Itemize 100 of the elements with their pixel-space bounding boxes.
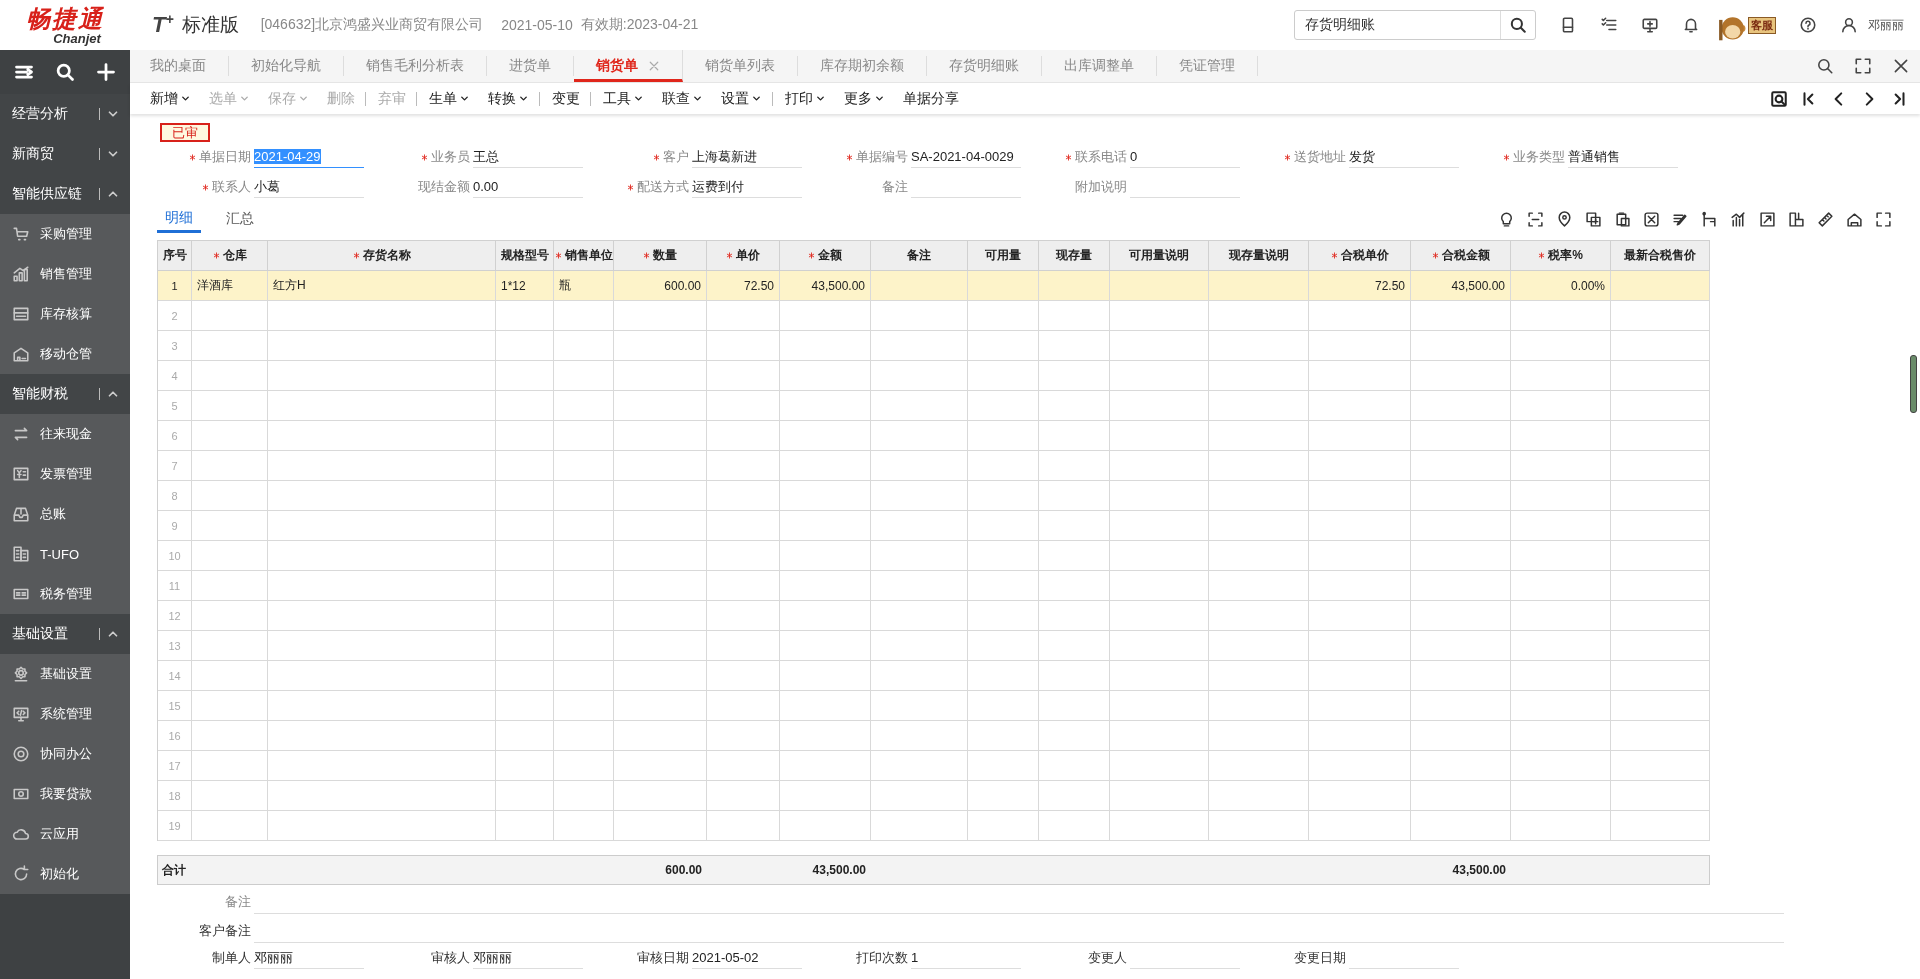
sidebar-item[interactable]: 系统管理: [0, 694, 130, 734]
user-name[interactable]: 邓丽丽: [1868, 16, 1904, 34]
column-header[interactable]: 最新合税售价: [1611, 241, 1710, 271]
column-header[interactable]: 可用量说明: [1110, 241, 1209, 271]
sidebar-section[interactable]: 智能财税: [0, 374, 130, 414]
toolbar-button[interactable]: 打印: [775, 86, 834, 111]
toolbar-button[interactable]: 转换: [478, 86, 537, 111]
sidebar-item[interactable]: 移动仓管: [0, 334, 130, 374]
input-field[interactable]: 邓丽丽: [254, 947, 364, 969]
column-header[interactable]: 序号: [158, 241, 192, 271]
table-cell: [968, 811, 1039, 841]
tab[interactable]: 汇总: [222, 206, 258, 232]
toolbar-button[interactable]: 更多: [834, 86, 893, 111]
clipboard-icon[interactable]: [1614, 210, 1631, 228]
bulb-icon[interactable]: [1498, 210, 1515, 228]
toolbar-button[interactable]: 新增: [140, 86, 199, 111]
plus-icon[interactable]: [95, 62, 116, 82]
input-field[interactable]: 运费到付: [692, 176, 802, 198]
row-number: 7: [158, 451, 192, 481]
sidebar-section[interactable]: 新商贸: [0, 134, 130, 174]
sidebar-section[interactable]: 智能供应链: [0, 174, 130, 214]
sidebar-item[interactable]: 协同办公: [0, 734, 130, 774]
column-header[interactable]: 合税单价: [1309, 241, 1411, 271]
export-icon[interactable]: [1759, 210, 1776, 228]
brand-name: Chanjet: [53, 32, 101, 46]
column-header[interactable]: 现存量说明: [1209, 241, 1309, 271]
table-cell: [1039, 361, 1110, 391]
layout-icon[interactable]: [1788, 210, 1805, 228]
preview-icon[interactable]: [1770, 89, 1788, 108]
sidebar-item[interactable]: 税务管理: [0, 574, 130, 614]
column-header[interactable]: 可用量: [968, 241, 1039, 271]
toolbar-button[interactable]: 变更: [542, 86, 588, 111]
close-icon[interactable]: [1892, 57, 1910, 75]
column-header[interactable]: 备注: [871, 241, 968, 271]
scrollbar[interactable]: [1910, 355, 1917, 413]
column-header[interactable]: 金额: [780, 241, 871, 271]
toolbar-button[interactable]: 生单: [419, 86, 478, 111]
row-number: 14: [158, 661, 192, 691]
table-cell: [554, 301, 614, 331]
toolbar-button[interactable]: 单据分享: [893, 86, 967, 111]
copy-icon[interactable]: [1585, 210, 1602, 228]
gear-icon: [12, 665, 30, 683]
sidebar-item[interactable]: 初始化: [0, 854, 130, 894]
input-field[interactable]: SA-2021-04-0029: [911, 146, 1021, 168]
search-icon[interactable]: [1509, 16, 1527, 34]
pin-icon[interactable]: [1556, 210, 1573, 228]
table-cell: [496, 751, 554, 781]
help-icon[interactable]: [1799, 16, 1817, 34]
sidebar-item[interactable]: 我要贷款: [0, 774, 130, 814]
user-icon[interactable]: [1840, 16, 1858, 34]
chart-icon[interactable]: [1730, 210, 1747, 228]
column-header[interactable]: 合税金额: [1411, 241, 1511, 271]
sidebar-item[interactable]: 云应用: [0, 814, 130, 854]
column-header[interactable]: 仓库: [192, 241, 268, 271]
fullscreen-icon[interactable]: [1875, 210, 1892, 228]
scan-icon[interactable]: [1527, 210, 1544, 228]
toolbar-button[interactable]: 联查: [652, 86, 711, 111]
total-value: 600.00: [664, 862, 703, 879]
input-field[interactable]: 1: [911, 947, 1021, 969]
search-icon[interactable]: [1816, 57, 1834, 75]
fullscreen-icon[interactable]: [1854, 57, 1872, 75]
brand-logo: 畅捷通: [26, 6, 104, 32]
sidebar-item[interactable]: 库存核算: [0, 294, 130, 334]
input-field[interactable]: 0.00: [473, 176, 583, 198]
house-icon[interactable]: [1846, 210, 1863, 228]
input-field[interactable]: 小葛: [254, 176, 364, 198]
column-header[interactable]: 销售单位: [554, 241, 614, 271]
input-field[interactable]: 普通销售: [1568, 146, 1678, 168]
branch-icon[interactable]: [1701, 210, 1718, 228]
sidebar-item[interactable]: 往来现金: [0, 414, 130, 454]
sidebar-item[interactable]: 发票管理: [0, 454, 130, 494]
support-sign[interactable]: 客服: [1748, 16, 1776, 34]
sidebar-section[interactable]: 经营分析: [0, 94, 130, 134]
input-field[interactable]: 发货: [1349, 146, 1459, 168]
ruler-icon[interactable]: [1817, 210, 1834, 228]
input-field[interactable]: 邓丽丽: [473, 947, 583, 969]
monitor-icon[interactable]: [1641, 16, 1659, 34]
toolbar-button[interactable]: 设置: [711, 86, 770, 111]
column-header[interactable]: 单价: [707, 241, 780, 271]
sidebar-item[interactable]: 销售管理: [0, 254, 130, 294]
tab[interactable]: 明细: [157, 205, 201, 233]
input-field[interactable]: 2021-05-02: [692, 947, 802, 969]
sidebar-section[interactable]: 基础设置: [0, 614, 130, 654]
sidebar-item[interactable]: 总账: [0, 494, 130, 534]
search-field[interactable]: 存货明细账: [1294, 10, 1536, 40]
bell-icon[interactable]: [1682, 16, 1700, 34]
column-header[interactable]: 税率%: [1511, 241, 1611, 271]
sidebar-item[interactable]: 采购管理: [0, 214, 130, 254]
sidebar-item[interactable]: T-UFO: [0, 534, 130, 574]
input-field[interactable]: 0: [1130, 146, 1240, 168]
column-header[interactable]: 现存量: [1039, 241, 1110, 271]
column-header[interactable]: 存货名称: [268, 241, 496, 271]
grid-icon[interactable]: [1643, 210, 1660, 228]
sidebar-item[interactable]: 基础设置: [0, 654, 130, 694]
input-field[interactable]: 上海葛新进: [692, 146, 802, 168]
column-header[interactable]: 规格型号: [496, 241, 554, 271]
input-field[interactable]: 王总: [473, 146, 583, 168]
toolbar-button[interactable]: 工具: [593, 86, 652, 111]
search-icon[interactable]: [55, 62, 75, 82]
column-header[interactable]: 数量: [614, 241, 707, 271]
